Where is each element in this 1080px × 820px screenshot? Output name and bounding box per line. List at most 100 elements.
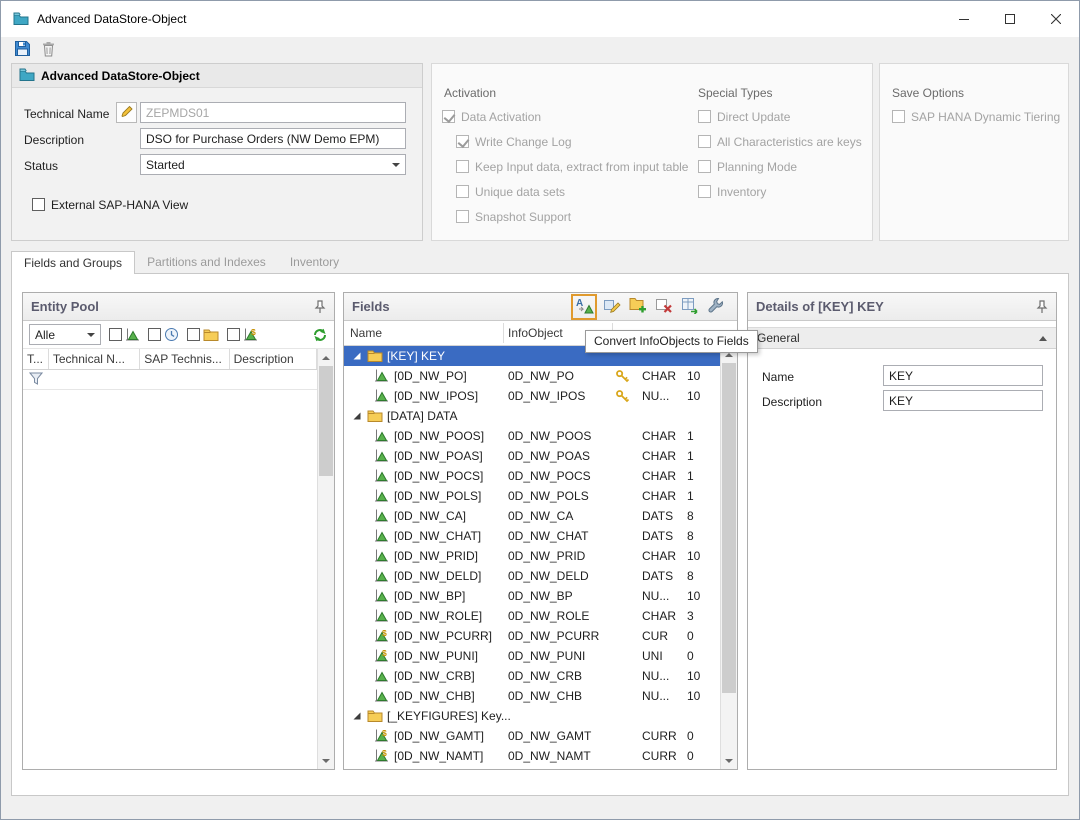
manage-fields-button[interactable] [705,296,727,318]
checkbox-direct-update[interactable] [698,110,711,123]
checkbox-write-change-log[interactable] [456,135,469,148]
tab-fields-and-groups[interactable]: Fields and Groups [11,251,135,274]
maximize-button[interactable] [987,1,1033,37]
fields-group-row[interactable]: [DATA] DATA [344,406,720,426]
field-infoobject: 0D_NW_DELD [508,569,589,583]
label-sap-hana-dynamic-tiering: SAP HANA Dynamic Tiering [911,110,1060,124]
move-field-button[interactable] [679,296,701,318]
adso-header-box: Advanced DataStore-Object Technical Name… [11,63,423,241]
option-direct-update: Direct Update [698,104,862,129]
expander-icon[interactable] [352,711,362,721]
keyfigure-icon: $ [374,748,389,763]
close-button[interactable] [1033,1,1079,37]
checkbox-all-characteristics-are-keys[interactable] [698,135,711,148]
svg-text:$: $ [382,628,387,638]
fields-field-row[interactable]: [0D_NW_CHB]0D_NW_CHBNU...10 [344,686,720,706]
characteristic-icon [374,448,389,463]
characteristic-icon [374,588,389,603]
minimize-button[interactable] [941,1,987,37]
technical-name-input[interactable]: ZEPMDS01 [140,102,406,123]
label-snapshot-support: Snapshot Support [475,210,571,224]
titlebar[interactable]: Advanced DataStore-Object [1,1,1079,37]
checkbox-planning-mode[interactable] [698,160,711,173]
fields-field-row[interactable]: [0D_NW_CHAT]0D_NW_CHATDATS8 [344,526,720,546]
scroll-down-icon[interactable] [721,752,737,769]
convert-infoobjects-button[interactable]: A [571,294,597,320]
entity-pool-column-description[interactable]: Description [230,349,317,369]
description-input[interactable]: DSO for Purchase Orders (NW Demo EPM) [140,128,406,149]
fields-field-row[interactable]: [0D_NW_PRID]0D_NW_PRIDCHAR10 [344,546,720,566]
label-direct-update: Direct Update [717,110,790,124]
fields-field-row[interactable]: $[0D_NW_PCURR]0D_NW_PCURRCUR0 [344,626,720,646]
tab-partitions-and-indexes[interactable]: Partitions and Indexes [135,251,278,274]
remove-field-icon [655,296,673,317]
fields-field-row[interactable]: [0D_NW_IPOS]0D_NW_IPOSNU...10 [344,386,720,406]
tab-inventory[interactable]: Inventory [278,251,351,274]
checkbox-keep-input-data-extract-from-input-table[interactable] [456,160,469,173]
fields-field-row[interactable]: [0D_NW_CRB]0D_NW_CRBNU...10 [344,666,720,686]
expander-icon[interactable] [352,411,362,421]
checkbox-data-activation[interactable] [442,110,455,123]
checkbox-unique-data-sets[interactable] [456,185,469,198]
fields-group-row[interactable]: [_KEYFIGURES] Key... [344,706,720,726]
field-datatype: CURR [642,729,677,743]
entity-pool-column-sap-technis[interactable]: SAP Technis... [140,349,229,369]
entity-filter-unit-checkbox[interactable] [187,328,200,341]
external-hana-view-checkbox[interactable] [32,198,45,211]
details-name-input[interactable]: KEY [883,365,1043,386]
delete-button[interactable] [37,39,59,61]
entity-filter-characteristic-checkbox[interactable] [109,328,122,341]
refresh-icon[interactable] [312,327,328,343]
entity-filter-characteristic [109,327,140,342]
activation-box: Activation Data ActivationWrite Change L… [431,63,873,241]
fields-field-row[interactable]: $ [344,766,720,769]
scroll-up-icon[interactable] [318,349,334,366]
field-length: 1 [687,429,694,443]
entity-filter-time-checkbox[interactable] [148,328,161,341]
fields-field-row[interactable]: [0D_NW_DELD]0D_NW_DELDDATS8 [344,566,720,586]
field-length: 0 [687,729,694,743]
label-unique-data-sets: Unique data sets [475,185,565,199]
details-description-input[interactable]: KEY [883,390,1043,411]
entity-pool-scrollbar[interactable] [317,349,334,769]
field-datatype: UNI [642,649,663,663]
fields-field-row[interactable]: [0D_NW_BP]0D_NW_BPNU...10 [344,586,720,606]
status-dropdown[interactable]: Started [140,154,406,175]
fields-field-row[interactable]: $[0D_NW_GAMT]0D_NW_GAMTCURR0 [344,726,720,746]
entity-pool-filter-row[interactable] [23,370,317,390]
add-group-button[interactable] [627,296,649,318]
details-pin-icon[interactable] [1036,300,1048,314]
label-all-characteristics-are-keys: All Characteristics are keys [717,135,862,149]
field-length: 10 [687,669,700,683]
fields-field-row[interactable]: [0D_NW_POOS]0D_NW_POOSCHAR1 [344,426,720,446]
fields-field-row[interactable]: [0D_NW_POCS]0D_NW_POCSCHAR1 [344,466,720,486]
field-name: [0D_NW_BP] [394,589,465,603]
scroll-down-icon[interactable] [318,752,334,769]
edit-technical-name-button[interactable] [116,102,137,123]
details-panel: Details of [KEY] KEY General Name KEY De… [747,292,1057,770]
save-button[interactable] [11,39,33,61]
entity-pool-column-technical-n[interactable]: Technical N... [49,349,140,369]
fields-field-row[interactable]: [0D_NW_PO]0D_NW_POCHAR10 [344,366,720,386]
fields-header: Fields A [344,293,737,321]
field-name: [0D_NW_PRID] [394,549,478,563]
expander-icon[interactable] [352,351,362,361]
pin-icon[interactable] [314,300,326,314]
checkbox-sap-hana-dynamic-tiering[interactable] [892,110,905,123]
fields-field-row[interactable]: $[0D_NW_PUNI]0D_NW_PUNIUNI0 [344,646,720,666]
fields-field-row[interactable]: [0D_NW_ROLE]0D_NW_ROLECHAR3 [344,606,720,626]
entity-pool-column-t[interactable]: T... [23,349,49,369]
entity-pool-filter-dropdown[interactable]: Alle [29,324,101,345]
general-section-header[interactable]: General [748,327,1056,349]
fields-field-row[interactable]: [0D_NW_POAS]0D_NW_POASCHAR1 [344,446,720,466]
remove-field-button[interactable] [653,296,675,318]
fields-field-row[interactable]: $[0D_NW_NAMT]0D_NW_NAMTCURR0 [344,746,720,766]
entity-pool-header: Entity Pool [23,293,334,321]
checkbox-inventory[interactable] [698,185,711,198]
edit-field-button[interactable] [601,296,623,318]
checkbox-snapshot-support[interactable] [456,210,469,223]
fields-field-row[interactable]: [0D_NW_CA]0D_NW_CADATS8 [344,506,720,526]
entity-filter-keyfigure-checkbox[interactable] [227,328,240,341]
fields-scrollbar[interactable] [720,346,737,769]
fields-field-row[interactable]: [0D_NW_POLS]0D_NW_POLSCHAR1 [344,486,720,506]
